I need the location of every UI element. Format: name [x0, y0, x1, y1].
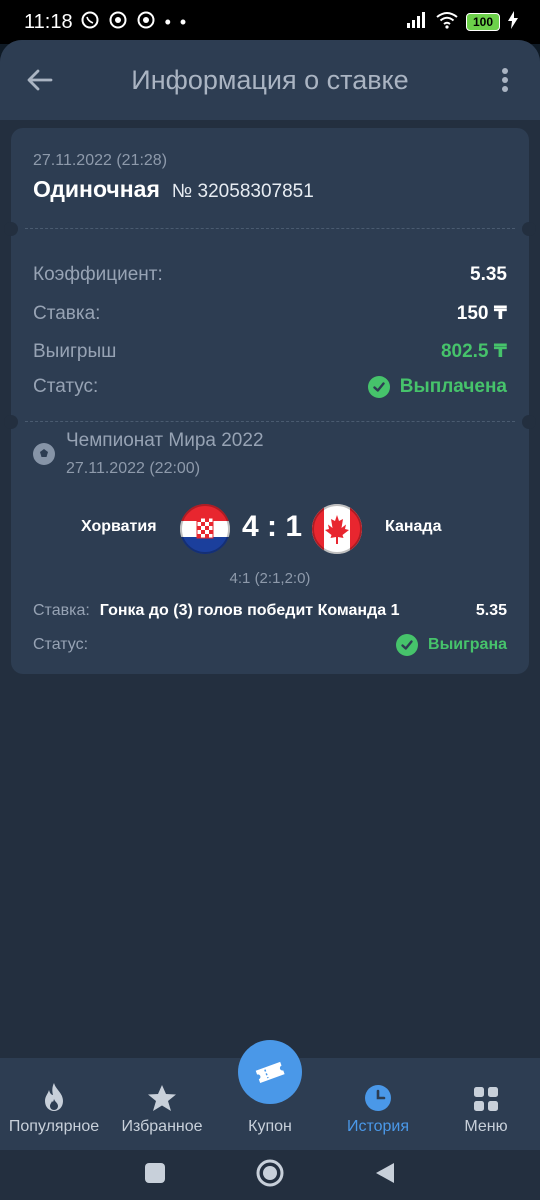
selection-label: Ставка: — [33, 602, 90, 619]
bet-number: № 32058307851 — [171, 181, 314, 202]
divider-2 — [25, 421, 515, 422]
status-value: Выплачена — [399, 376, 507, 397]
divider — [25, 228, 515, 229]
selection-status-value: Выиграна — [428, 636, 507, 653]
status-label: Статус: — [33, 376, 99, 397]
away-team-name: Канада — [385, 518, 442, 535]
selection-status-row: Статус: Выиграна — [33, 634, 507, 656]
more-vertical-icon — [502, 68, 508, 92]
nav-favorites[interactable]: Избранное — [108, 1058, 216, 1150]
wifi-icon — [436, 11, 458, 34]
stake-row: Ставка: 150 ₸ — [33, 302, 507, 325]
odds-row: Коэффициент: 5.35 — [33, 264, 507, 286]
croatia-flag-icon — [180, 504, 230, 554]
check-circle-icon — [367, 376, 390, 398]
status-row: Статус: Выплачена — [33, 376, 507, 398]
star-icon — [148, 1085, 176, 1111]
nav-coupon[interactable]: Купон — [216, 1040, 324, 1150]
fire-icon — [45, 1083, 63, 1111]
card-notch-left-2 — [4, 415, 18, 429]
bottom-navigation: Популярное Избранное Купон История Меню — [0, 1040, 540, 1150]
charging-icon — [508, 10, 518, 34]
coupon-button[interactable] — [238, 1040, 302, 1104]
bet-placed-date: 27.11.2022 (21:28) — [33, 152, 168, 169]
win-row: Выигрыш 802.5 ₸ — [33, 340, 507, 363]
bet-selection-row: Ставка: Гонка до (3) голов победит Коман… — [33, 602, 507, 620]
soccer-ball-icon — [33, 443, 55, 465]
win-value: 802.5 ₸ — [440, 341, 507, 362]
status-bar: 11:18 • • 100 — [0, 0, 540, 44]
recents-button[interactable] — [144, 1162, 166, 1189]
home-circle-icon — [256, 1159, 284, 1186]
nav-history-label: История — [346, 1118, 410, 1135]
nav-popular[interactable]: Популярное — [0, 1058, 108, 1150]
triangle-back-icon — [376, 1162, 394, 1183]
chrome-icon-2 — [137, 11, 155, 34]
check-circle-icon — [396, 634, 419, 656]
selection-status-label: Статус: — [33, 636, 89, 653]
arrow-left-icon — [27, 69, 53, 91]
more-options-button[interactable] — [490, 60, 520, 100]
back-nav-button[interactable] — [374, 1161, 396, 1190]
page-title: Информация о ставке — [131, 64, 409, 95]
status-time: 11:18 — [24, 10, 73, 33]
nav-menu-label: Меню — [464, 1118, 508, 1135]
nav-favorites-label: Избранное — [121, 1118, 203, 1135]
square-icon — [145, 1162, 165, 1183]
signal-icon — [406, 11, 428, 33]
home-button[interactable] — [256, 1159, 284, 1192]
top-app-bar: Информация о ставке — [0, 40, 540, 120]
bet-info-card: 27.11.2022 (21:28) Одиночная № 320583078… — [4, 128, 536, 674]
bet-type-line: Одиночная № 32058307851 — [33, 176, 314, 203]
more-notifications-icon: • • — [164, 11, 189, 32]
whatsapp-icon — [81, 11, 99, 34]
nav-history[interactable]: История — [324, 1058, 432, 1150]
battery-icon: 100 — [466, 13, 500, 31]
league-name: Чемпионат Мира 2022 — [66, 430, 264, 451]
canada-flag-icon — [312, 504, 362, 554]
match-score: 4 : 1 — [241, 510, 303, 543]
clock-icon — [365, 1085, 391, 1111]
back-button[interactable] — [20, 60, 60, 100]
grid-icon — [474, 1087, 498, 1111]
win-label: Выигрыш — [33, 340, 117, 362]
odds-label: Коэффициент: — [33, 264, 163, 285]
nav-coupon-label: Купон — [248, 1118, 292, 1135]
bet-type: Одиночная — [33, 176, 160, 202]
nav-popular-label: Популярное — [8, 1118, 100, 1135]
selection-status-badge: Выиграна — [396, 634, 507, 656]
home-team-name: Хорватия — [81, 518, 157, 535]
stake-label: Ставка: — [33, 302, 101, 324]
score-detail: 4:1 (2:1,2:0) — [229, 570, 311, 587]
card-notch-left — [4, 222, 18, 236]
selection-odds: 5.35 — [475, 602, 507, 619]
app-screen: Информация о ставке 27.11.2022 (21:28) О… — [0, 40, 540, 1200]
stake-value: 150 ₸ — [456, 303, 507, 324]
selection-description: Гонка до (3) голов победит Команда 1 — [99, 602, 400, 619]
system-navigation-bar — [0, 1150, 540, 1200]
odds-value: 5.35 — [470, 264, 507, 285]
event-start-time: 27.11.2022 (22:00) — [66, 460, 201, 477]
card-notch-right — [522, 222, 536, 236]
ticket-icon — [255, 1061, 285, 1084]
card-notch-right-2 — [522, 415, 536, 429]
nav-menu[interactable]: Меню — [432, 1058, 540, 1150]
status-badge: Выплачена — [367, 376, 507, 398]
chrome-icon — [109, 11, 127, 34]
match-row: Хорватия 4 : 1 Канада — [11, 504, 529, 554]
